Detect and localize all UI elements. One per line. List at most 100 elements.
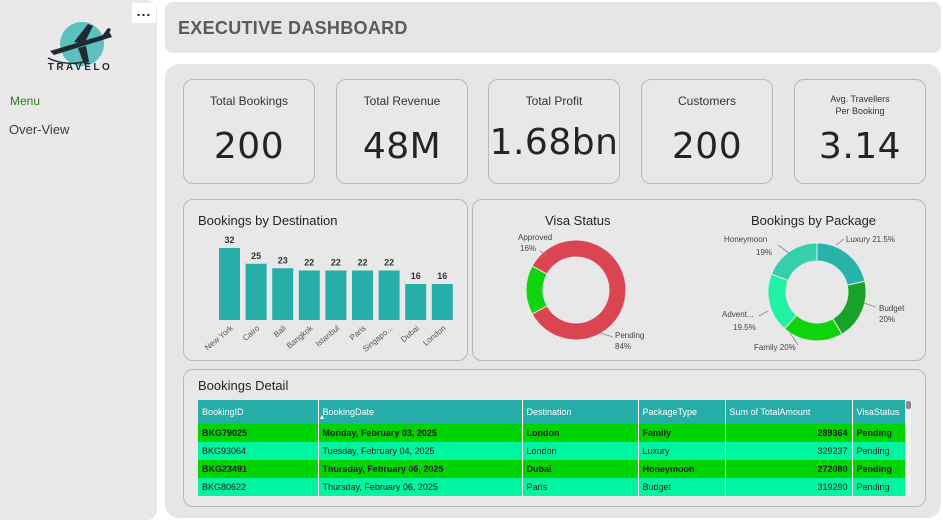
bar-data-label: 25 — [251, 251, 261, 261]
x-tick-label: Istanbul — [314, 324, 341, 349]
bookings-table[interactable]: BookingID BookingDate ▲ Destination Pack… — [198, 400, 905, 496]
bar-bali[interactable] — [272, 268, 294, 320]
kpi-value: 1.68bn — [489, 122, 619, 163]
bar-cairo[interactable] — [245, 263, 267, 320]
visa-pct-pending: 84% — [615, 342, 631, 351]
leader-line — [599, 332, 614, 338]
kpi-card-total-profit[interactable]: Total Profit 1.68bn — [488, 79, 620, 184]
more-options-button[interactable]: ... — [132, 3, 156, 23]
destination-bar-chart[interactable]: 32 New York 25 Cairo 23 Bali 22 Bangkok 22 Istanb… — [183, 199, 468, 361]
logo-text: TRAVELO — [47, 62, 113, 73]
table-scrollbar[interactable] — [906, 401, 911, 497]
package-label-adventure: Advent... — [722, 310, 754, 319]
visa-pct-approved: 16% — [520, 244, 536, 253]
column-header-packagetype[interactable]: PackageType — [638, 400, 726, 424]
kpi-label-line2: Per Booking — [835, 106, 885, 116]
table-row[interactable]: BKG79025 Monday, February 03, 2025 Londo… — [198, 424, 905, 442]
package-label-honeymoon: Honeymoon — [724, 235, 767, 244]
table-row[interactable]: BKG93064 Tuesday, February 04, 2025 Lond… — [198, 442, 905, 460]
package-pct-honeymoon: 19% — [756, 248, 772, 257]
x-tick-label: Dubai — [399, 323, 421, 343]
package-label-family: Family 20% — [754, 343, 796, 352]
kpi-card-avg-travellers[interactable]: Avg. Travellers Per Booking 3.14 — [794, 79, 926, 184]
bar-data-label: 32 — [224, 235, 234, 245]
column-header-destination[interactable]: Destination — [522, 400, 639, 424]
dashboard-root: ... TRAVELO Menu Over-View EXECUTIVE DAS… — [0, 0, 943, 520]
kpi-label: Total Revenue — [363, 94, 441, 108]
table-cell: Thursday, February 06, 2025 — [318, 478, 523, 496]
table-row[interactable]: BKG23491 Thursday, February 06, 2025 Dub… — [198, 460, 905, 478]
column-header-totalamount[interactable]: Sum of TotalAmount — [725, 400, 853, 424]
x-tick-label: Bangkok — [285, 323, 315, 351]
visa-label-approved: Approved — [518, 233, 552, 242]
x-tick-label: Singapo... — [361, 324, 394, 354]
bar-paris[interactable] — [352, 270, 373, 321]
column-header-bookingdate[interactable]: BookingDate ▲ — [318, 400, 523, 424]
table-cell: BKG23491 — [198, 460, 319, 478]
scrollbar-thumb[interactable] — [906, 401, 911, 409]
bar-istanbul[interactable] — [325, 270, 347, 321]
leader-line — [835, 238, 845, 246]
bar-data-label: 22 — [331, 258, 341, 268]
kpi-label: Customers — [677, 94, 736, 108]
package-slice-luxury[interactable] — [816, 242, 866, 286]
package-label-luxury: Luxury 21.5% — [846, 235, 895, 244]
column-header-visastatus[interactable]: VisaStatus — [852, 400, 905, 424]
table-cell: Monday, February 03, 2025 — [318, 424, 523, 442]
kpi-card-total-revenue[interactable]: Total Revenue 48M — [336, 79, 468, 184]
bar-data-label: 16 — [411, 271, 421, 281]
table-header-row: BookingID BookingDate ▲ Destination Pack… — [198, 400, 905, 424]
page-title: EXECUTIVE DASHBOARD — [178, 18, 408, 38]
x-tick-label: New York — [203, 323, 235, 352]
table-row[interactable]: BKG80622 Thursday, February 06, 2025 Par… — [198, 478, 905, 496]
bar-data-label: 22 — [304, 258, 314, 268]
header-bar: EXECUTIVE DASHBOARD — [165, 2, 941, 53]
kpi-value: 3.14 — [818, 126, 902, 167]
table-cell: Pending — [852, 460, 905, 478]
table-cell: Budget — [638, 478, 726, 496]
x-tick-label: Bali — [272, 323, 288, 339]
bar-data-label: 16 — [437, 271, 447, 281]
column-header-bookingid[interactable]: BookingID — [198, 400, 319, 424]
kpi-value: 48M — [362, 126, 442, 167]
package-pct-adventure: 19.5% — [733, 323, 756, 332]
table-cell: Tuesday, February 04, 2025 — [318, 442, 523, 460]
bar-singapo-[interactable] — [378, 270, 400, 321]
nav-item-overview[interactable]: Over-View — [9, 122, 69, 137]
table-cell: 289364 — [725, 424, 853, 442]
bookings-table-wrap[interactable]: BookingID BookingDate ▲ Destination Pack… — [198, 400, 905, 496]
kpi-card-customers[interactable]: Customers 200 — [641, 79, 773, 184]
bar-data-label: 22 — [357, 258, 367, 268]
bar-london[interactable] — [431, 284, 453, 320]
table-cell: BKG79025 — [198, 424, 319, 442]
table-cell: Luxury — [638, 442, 726, 460]
package-label-budget: Budget — [879, 304, 905, 313]
bar-dubai[interactable] — [405, 284, 427, 320]
table-cell: Honeymoon — [638, 460, 726, 478]
leader-line — [777, 244, 790, 254]
table-cell: London — [522, 424, 639, 442]
x-tick-label: Paris — [348, 324, 368, 343]
bar-data-label: 23 — [278, 255, 288, 265]
package-slice-advent[interactable] — [767, 273, 798, 330]
table-cell: BKG80622 — [198, 478, 319, 496]
x-tick-label: London — [421, 324, 447, 348]
kpi-label: Total Profit — [525, 94, 583, 108]
visa-label-pending: Pending — [615, 331, 644, 340]
kpi-label-line1: Avg. Travellers — [830, 94, 890, 104]
leader-line — [863, 302, 877, 308]
leader-line — [758, 310, 769, 317]
sidebar: ... TRAVELO Menu Over-View — [0, 0, 157, 520]
donut-charts[interactable]: Approved 16% Pending 84% Luxury 21.5% Budget 2… — [472, 199, 926, 361]
bar-bangkok[interactable] — [298, 270, 320, 321]
menu-label: Menu — [10, 94, 41, 108]
table-title: Bookings Detail — [198, 378, 289, 393]
kpi-card-total-bookings[interactable]: Total Bookings 200 — [183, 79, 315, 184]
table-cell: 319290 — [725, 478, 853, 496]
table-cell: BKG93064 — [198, 442, 319, 460]
kpi-label: Total Bookings — [209, 94, 289, 108]
table-cell: Dubai — [522, 460, 639, 478]
bar-new-york[interactable] — [219, 248, 240, 320]
package-slice-honeymoon[interactable] — [770, 242, 818, 282]
visa-slice-approved[interactable] — [525, 265, 548, 315]
